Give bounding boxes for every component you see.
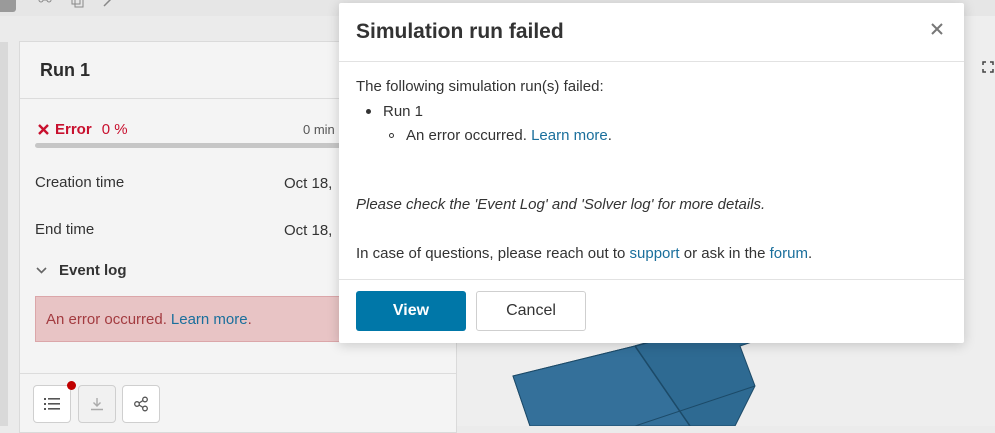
dialog-header-divider [339,61,964,62]
run-title: Run 1 [40,60,91,80]
failed-run-name: Run 1 [383,103,424,120]
cancel-button[interactable]: Cancel [476,291,586,331]
share-icon[interactable] [38,0,52,8]
error-text: An error occurred. [406,127,527,144]
download-button[interactable] [78,385,116,423]
status-label: Error [55,121,92,138]
status-percent: 0 % [101,121,128,138]
divider [20,373,456,374]
dialog-intro: The following simulation run(s) failed: [356,78,604,95]
run-duration: 0 min [303,122,335,137]
event-log-toggle[interactable]: Event log [36,262,127,279]
view-button[interactable]: View [356,291,466,331]
creation-time-label: Creation time [35,174,125,191]
questions-middle: or ask in the [683,245,766,262]
run-status: Error 0 % [38,121,128,138]
questions-prefix: In case of questions, please reach out t… [356,245,626,262]
download-icon [90,397,104,411]
left-navigation-strip [0,42,8,426]
fit-view-icon[interactable] [982,61,994,73]
list-icon [44,398,60,410]
list-button[interactable] [33,385,71,423]
edit-icon[interactable] [102,0,116,8]
learn-more-link[interactable]: Learn more [531,127,608,144]
share-button[interactable] [122,385,160,423]
dialog-title: Simulation run failed [356,20,564,43]
creation-time-value: Oct 18, [284,175,333,192]
end-time-label: End time [35,221,95,238]
close-icon[interactable] [929,21,945,37]
bullet-icon [366,109,371,114]
error-period: . [607,127,612,144]
support-link[interactable]: support [630,245,680,262]
run-progress-bar [35,143,365,148]
dialog-footer-divider [339,279,964,280]
share-icon [133,396,149,412]
failed-run-error: An error occurred. Learn more. [389,127,612,144]
questions-suffix: . [807,245,813,262]
sub-bullet-icon [389,133,394,138]
simulation-failed-dialog: Simulation run failed The following simu… [339,3,964,343]
event-log-error: An error occurred. Learn more. [35,296,365,342]
event-log-label: Event log [59,262,127,279]
chevron-down-icon [36,267,47,274]
questions-text: In case of questions, please reach out t… [356,245,812,262]
notification-dot [67,381,76,390]
event-period: . [247,310,252,328]
failed-run-item: Run 1 [366,103,423,120]
end-time-value: Oct 18, [284,222,333,239]
event-learn-more-link[interactable]: Learn more [171,311,248,328]
forum-link[interactable]: forum [770,245,808,262]
copy-icon[interactable] [70,0,84,8]
event-message: An error occurred. [46,310,167,328]
error-x-icon [38,124,49,135]
toolbar-square-icon[interactable] [0,0,16,12]
check-logs-text: Please check the 'Event Log' and 'Solver… [356,196,766,213]
